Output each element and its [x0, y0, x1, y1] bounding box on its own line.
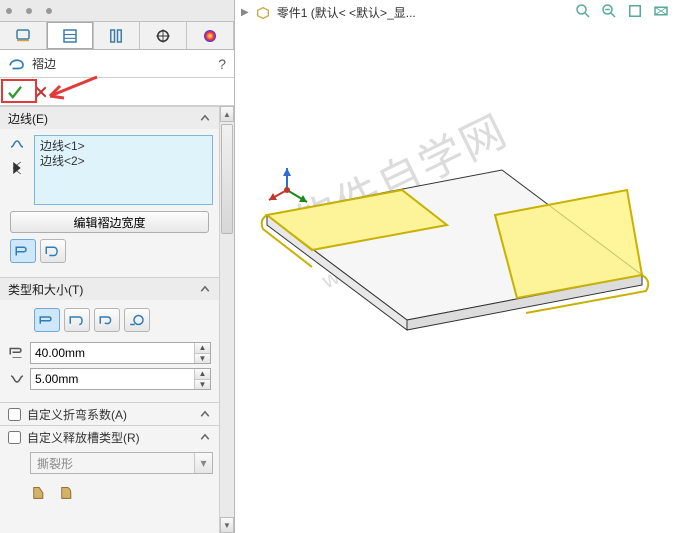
scroll-up[interactable]: ▲: [220, 106, 234, 122]
chevron-up-icon: [199, 112, 211, 124]
list-item[interactable]: 边线<2>: [40, 154, 207, 169]
spin-down[interactable]: ▼: [195, 380, 210, 390]
relief-option-b-icon[interactable]: [58, 482, 80, 502]
hem-gap-input[interactable]: [31, 369, 194, 389]
model-preview[interactable]: [247, 140, 657, 360]
minitab-dot[interactable]: [26, 8, 32, 14]
zoom-area-icon[interactable]: [600, 2, 618, 20]
spin-up[interactable]: ▲: [195, 369, 210, 380]
length-icon: [8, 344, 26, 362]
edge-selection-list[interactable]: 边线<1> 边线<2>: [34, 135, 213, 205]
gap-icon: [8, 370, 26, 388]
spin-up[interactable]: ▲: [195, 343, 210, 354]
minitab-dot[interactable]: [6, 8, 12, 14]
tab-appearance[interactable]: [187, 22, 234, 49]
zoom-fit-icon[interactable]: [574, 2, 592, 20]
minitab-dot[interactable]: [46, 8, 52, 14]
section-edges-header[interactable]: 边线(E): [0, 107, 219, 129]
panel-tabstrip: [0, 22, 234, 50]
chevron-up-icon: [199, 431, 211, 443]
bend-allowance-label: 自定义折弯系数(A): [27, 406, 127, 423]
section-relief-header[interactable]: 自定义释放槽类型(R): [0, 426, 219, 448]
hem-length-input[interactable]: [31, 343, 194, 363]
list-item[interactable]: 边线<1>: [40, 139, 207, 154]
tab-config-manager[interactable]: [94, 22, 141, 49]
section-type-size: 类型和大小(T): [0, 277, 219, 402]
chevron-up-icon: [199, 408, 211, 420]
tab-property-manager[interactable]: [47, 22, 94, 49]
bend-allowance-checkbox[interactable]: [8, 408, 21, 421]
relief-option-a-icon[interactable]: [30, 482, 52, 502]
hem-type-open-button[interactable]: [64, 308, 90, 332]
hem-feature-icon: [8, 55, 26, 73]
relief-label: 自定义释放槽类型(R): [27, 429, 140, 446]
breadcrumb-part-name[interactable]: 零件1 (默认< <默认>_显...: [277, 4, 416, 21]
hem-type-rolled-button[interactable]: [124, 308, 150, 332]
section-edges-label: 边线(E): [8, 110, 48, 127]
spin-down[interactable]: ▼: [195, 354, 210, 364]
combo-dropdown-icon: ▾: [194, 453, 212, 473]
section-type-size-label: 类型和大小(T): [8, 281, 83, 298]
section-type-size-header[interactable]: 类型和大小(T): [0, 278, 219, 300]
relief-type-combo: 撕裂形 ▾: [30, 452, 213, 474]
scroll-thumb[interactable]: [221, 124, 233, 234]
help-icon[interactable]: ?: [218, 56, 226, 72]
chevron-up-icon: [199, 283, 211, 295]
display-style-icon[interactable]: [652, 2, 670, 20]
section-relief: 自定义释放槽类型(R) 撕裂形 ▾: [0, 425, 219, 512]
relief-type-value: 撕裂形: [31, 453, 194, 473]
flip-direction-icon[interactable]: [8, 159, 26, 177]
feature-title-row: 褶边 ?: [0, 50, 234, 78]
tab-feature-tree[interactable]: [0, 22, 47, 49]
ok-button[interactable]: [4, 81, 26, 103]
breadcrumb: ▶ 零件1 (默认< <默认>_显...: [241, 4, 416, 21]
graphics-viewport[interactable]: ▶ 零件1 (默认< <默认>_显... 软件自学网www.rjzxw.com: [235, 0, 676, 533]
hem-type-closed-button[interactable]: [34, 308, 60, 332]
panel-minitabs: [0, 0, 234, 22]
scroll-down[interactable]: ▼: [220, 517, 234, 533]
section-bend-allowance-header[interactable]: 自定义折弯系数(A): [0, 403, 219, 425]
breadcrumb-expand-icon[interactable]: ▶: [241, 7, 249, 18]
edit-hem-width-button[interactable]: 编辑褶边宽度: [10, 211, 209, 233]
view-orientation-icon[interactable]: [626, 2, 644, 20]
hem-type-teardrop-button[interactable]: [94, 308, 120, 332]
property-panel: 褶边 ? 边线(E): [0, 0, 235, 533]
cancel-button[interactable]: [30, 81, 52, 103]
edge-select-icon[interactable]: [8, 135, 26, 153]
section-bend-allowance: 自定义折弯系数(A): [0, 402, 219, 425]
hem-gap-spinner[interactable]: ▲▼: [30, 368, 211, 390]
hem-length-spinner[interactable]: ▲▼: [30, 342, 211, 364]
section-edges: 边线(E) 边线<1> 边线<2>: [0, 106, 219, 277]
tab-dimxpert[interactable]: [140, 22, 187, 49]
relief-checkbox[interactable]: [8, 431, 21, 444]
panel-scrollbar[interactable]: ▲ ▼: [219, 106, 234, 533]
part-icon: [255, 5, 271, 21]
material-outside-button[interactable]: [40, 239, 66, 263]
confirm-row: [0, 78, 234, 106]
feature-title: 褶边: [32, 55, 56, 72]
viewport-toolbar: [574, 2, 670, 20]
material-inside-button[interactable]: [10, 239, 36, 263]
